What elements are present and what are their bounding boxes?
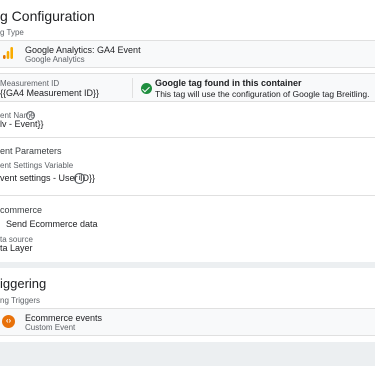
triggering-card: iggering ng Triggers Ecommerce events Cu… <box>0 268 375 342</box>
tag-found-title: Google tag found in this container <box>155 78 302 88</box>
event-settings-label: ent Settings Variable <box>0 161 74 170</box>
tag-found-description: This tag will use the configuration of G… <box>155 89 370 99</box>
trigger-name: Ecommerce events <box>25 313 103 323</box>
ecommerce-title: commerce <box>0 205 43 215</box>
tag-type-name: Google Analytics: GA4 Event <box>25 45 141 55</box>
measurement-id-row: Measurement ID {{GA4 Measurement ID}} Go… <box>0 73 375 102</box>
event-name-value[interactable]: lv - Event}} <box>0 119 44 129</box>
custom-event-icon <box>2 315 15 328</box>
tag-type-selector[interactable]: Google Analytics: GA4 Event Google Analy… <box>0 40 375 68</box>
measurement-id-value[interactable]: {{GA4 Measurement ID}} <box>0 88 99 98</box>
analytics-bars-icon <box>3 47 13 59</box>
info-icon[interactable]: i <box>74 173 85 184</box>
event-parameters-title: ent Parameters <box>0 146 62 156</box>
tag-type-label: g Type <box>0 28 24 37</box>
trigger-row-ecommerce-events[interactable]: Ecommerce events Custom Event <box>0 308 375 336</box>
check-circle-icon <box>141 83 152 94</box>
trigger-type: Custom Event <box>25 323 76 332</box>
tag-type-vendor: Google Analytics <box>25 55 85 64</box>
divider <box>0 195 375 196</box>
firing-triggers-label: ng Triggers <box>0 296 41 305</box>
column-divider <box>132 78 133 98</box>
triggering-title: iggering <box>0 276 47 291</box>
divider <box>0 137 375 138</box>
tag-configuration-title: g Configuration <box>0 8 95 24</box>
send-ecommerce-checkbox[interactable]: Send Ecommerce data <box>6 219 98 229</box>
tag-configuration-card: g Configuration g Type Google Analytics:… <box>0 0 375 262</box>
measurement-id-label: Measurement ID <box>0 79 60 88</box>
data-source-value[interactable]: ta Layer <box>0 243 33 253</box>
